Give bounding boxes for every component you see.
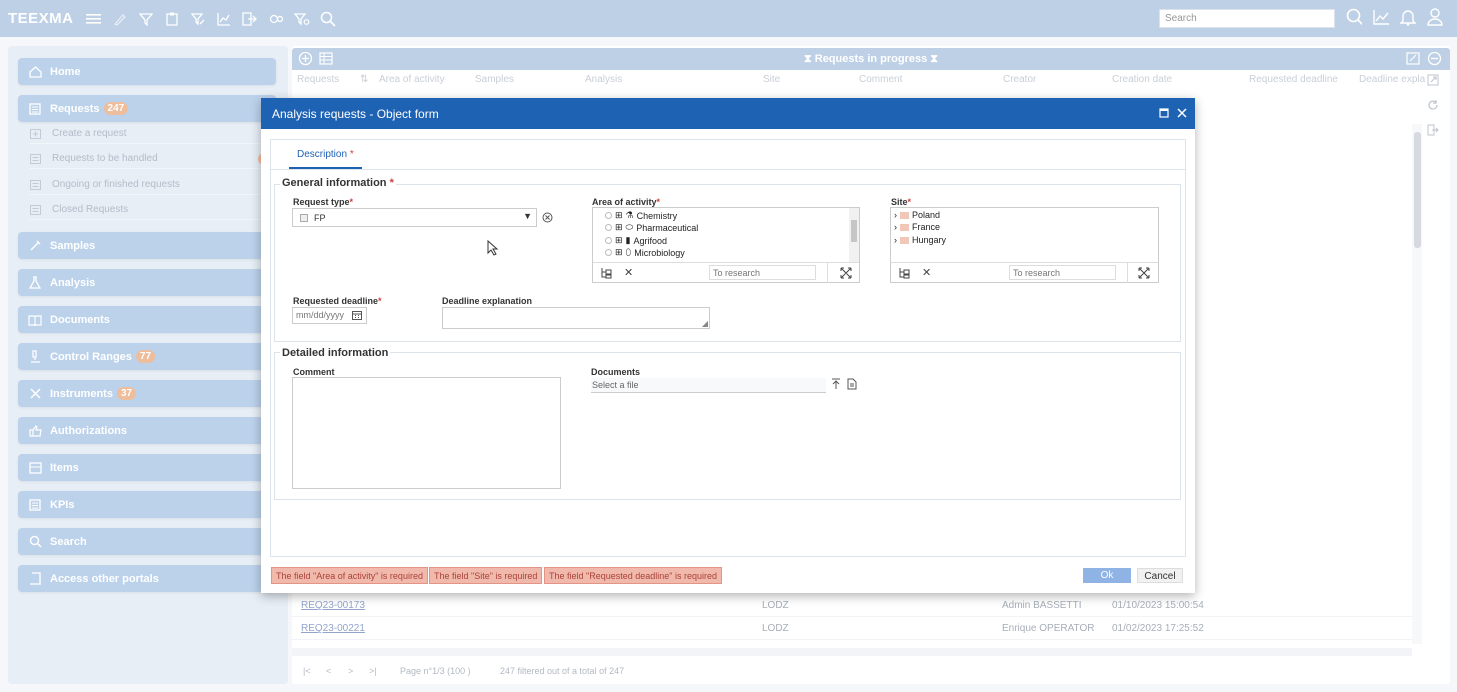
requested-deadline-label-text: Requested deadline bbox=[293, 296, 379, 306]
request-type-label: Request type* bbox=[293, 197, 353, 207]
chevron-right-icon: › bbox=[894, 210, 897, 220]
dialog-titlebar: Analysis requests - Object form bbox=[261, 98, 1195, 129]
clear-icon[interactable]: ✕ bbox=[624, 266, 633, 279]
folder-icon bbox=[900, 236, 909, 244]
folder-icon bbox=[900, 211, 909, 219]
site-search-input[interactable] bbox=[1009, 265, 1116, 280]
tree-item-label: Chemistry bbox=[636, 210, 678, 221]
tree-node-icon: ⊞ bbox=[615, 222, 623, 232]
app-window: TEEXMA Home Requests bbox=[0, 0, 1457, 692]
required-mark: * bbox=[389, 177, 394, 189]
detailed-info-title: Detailed information bbox=[280, 347, 391, 359]
upload-icon[interactable] bbox=[831, 378, 841, 393]
requested-deadline-label: Requested deadline* bbox=[293, 296, 382, 306]
bacteria-icon: ⬯ bbox=[625, 247, 632, 257]
tree-item-label: Microbiology bbox=[634, 247, 685, 258]
close-icon[interactable] bbox=[1177, 107, 1187, 121]
expand-icon[interactable] bbox=[840, 267, 852, 282]
tree-item-pharmaceutical[interactable]: ⊞ ⬭ Pharmaceutical bbox=[605, 222, 698, 233]
calendar-icon[interactable] bbox=[352, 310, 362, 322]
clear-icon[interactable]: ✕ bbox=[922, 266, 931, 279]
dialog-title: Analysis requests - Object form bbox=[272, 106, 439, 121]
site-tree[interactable]: › Poland › France › Hungary ✕ bbox=[890, 207, 1159, 283]
site-label-text: Site bbox=[891, 197, 908, 207]
tree-footer: ✕ bbox=[891, 262, 1158, 283]
request-type-select[interactable]: FP ▼ bbox=[292, 208, 537, 227]
comment-textarea[interactable] bbox=[292, 377, 561, 489]
tree-footer: ✕ bbox=[593, 262, 859, 283]
flask-icon: ⚗ bbox=[625, 210, 634, 220]
bottle-icon: ▮ bbox=[625, 235, 631, 245]
tree-scrollbar[interactable] bbox=[849, 208, 859, 262]
clear-circle-icon[interactable] bbox=[542, 212, 553, 226]
tree-item-microbiology[interactable]: ⊞ ⬯ Microbiology bbox=[605, 247, 685, 258]
required-mark: * bbox=[349, 149, 354, 160]
radio-icon bbox=[605, 249, 612, 256]
tree-item-label: France bbox=[912, 222, 941, 232]
requested-deadline-input[interactable]: mm/dd/yyyy bbox=[292, 307, 367, 324]
radio-icon bbox=[605, 237, 612, 244]
tab-divider bbox=[271, 169, 1185, 170]
folder-icon bbox=[900, 223, 909, 231]
maximize-icon[interactable] bbox=[1159, 107, 1169, 121]
tree-item-agrifood[interactable]: ⊞ ▮ Agrifood bbox=[605, 235, 667, 246]
general-info-title-text: General information bbox=[282, 177, 387, 189]
area-of-activity-tree[interactable]: ⊞ ⚗ Chemistry ⊞ ⬭ Pharmaceutical ⊞ ▮ Agrifood … bbox=[592, 207, 860, 283]
chevron-down-icon: ▼ bbox=[523, 211, 532, 221]
chevron-right-icon: › bbox=[894, 222, 897, 232]
general-info-title: General information * bbox=[280, 177, 396, 189]
deadline-explanation-textarea[interactable]: ◢ bbox=[442, 307, 710, 329]
required-mark: * bbox=[656, 197, 661, 207]
site-label: Site* bbox=[891, 197, 911, 207]
ok-button[interactable]: Ok bbox=[1083, 568, 1131, 583]
required-mark: * bbox=[907, 197, 912, 207]
tree-view-icon[interactable] bbox=[600, 267, 612, 282]
error-site-required: The field "Site" is required bbox=[429, 567, 543, 584]
tree-item-label: Agrifood bbox=[633, 235, 668, 246]
tree-node-icon: ⊞ bbox=[615, 210, 623, 220]
radio-icon bbox=[605, 224, 612, 231]
documents-file-input[interactable]: Select a file bbox=[591, 378, 826, 393]
area-of-activity-label: Area of activity* bbox=[592, 197, 660, 207]
expand-icon[interactable] bbox=[1138, 267, 1150, 282]
required-mark: * bbox=[349, 197, 354, 207]
tree-item-france[interactable]: › France bbox=[894, 222, 940, 232]
pill-icon: ⬭ bbox=[625, 222, 634, 232]
tab-description[interactable]: Description * bbox=[289, 140, 362, 169]
area-of-activity-label-text: Area of activity bbox=[592, 197, 657, 207]
cancel-button[interactable]: Cancel bbox=[1137, 568, 1183, 583]
date-placeholder: mm/dd/yyyy bbox=[296, 310, 345, 320]
resize-handle-icon[interactable]: ◢ bbox=[702, 319, 708, 328]
tree-node-icon: ⊞ bbox=[615, 235, 623, 245]
tab-label: Description bbox=[297, 149, 348, 160]
tree-item-poland[interactable]: › Poland bbox=[894, 210, 940, 220]
footer-divider bbox=[1127, 263, 1128, 283]
tree-node-icon: ⊞ bbox=[615, 247, 623, 257]
request-type-value: FP bbox=[314, 213, 326, 223]
error-area-required: The field "Area of activity" is required bbox=[271, 567, 428, 584]
checkbox-icon bbox=[300, 214, 308, 222]
required-mark: * bbox=[378, 296, 382, 306]
area-search-input[interactable] bbox=[709, 265, 816, 280]
tree-item-hungary[interactable]: › Hungary bbox=[894, 235, 946, 245]
tree-view-icon[interactable] bbox=[898, 267, 910, 282]
file-placeholder: Select a file bbox=[592, 380, 639, 390]
tree-item-label: Hungary bbox=[912, 235, 947, 245]
document-icon[interactable] bbox=[847, 378, 857, 393]
tree-item-chemistry[interactable]: ⊞ ⚗ Chemistry bbox=[605, 210, 677, 221]
request-type-label-text: Request type bbox=[293, 197, 350, 207]
chevron-right-icon: › bbox=[894, 235, 897, 245]
footer-divider bbox=[827, 263, 828, 283]
comment-label: Comment bbox=[293, 367, 335, 377]
dialog-body: Description * General information * Requ… bbox=[270, 139, 1186, 557]
tree-item-label: Pharmaceutical bbox=[636, 222, 699, 233]
radio-icon bbox=[605, 212, 612, 219]
tree-item-label: Poland bbox=[912, 210, 941, 220]
error-deadline-required: The field "Requested deadline" is requir… bbox=[544, 567, 722, 584]
mouse-cursor-icon bbox=[487, 239, 499, 259]
documents-label: Documents bbox=[591, 367, 641, 377]
object-form-dialog: Analysis requests - Object form Descript… bbox=[261, 98, 1195, 593]
deadline-explanation-label: Deadline explanation bbox=[442, 296, 533, 306]
